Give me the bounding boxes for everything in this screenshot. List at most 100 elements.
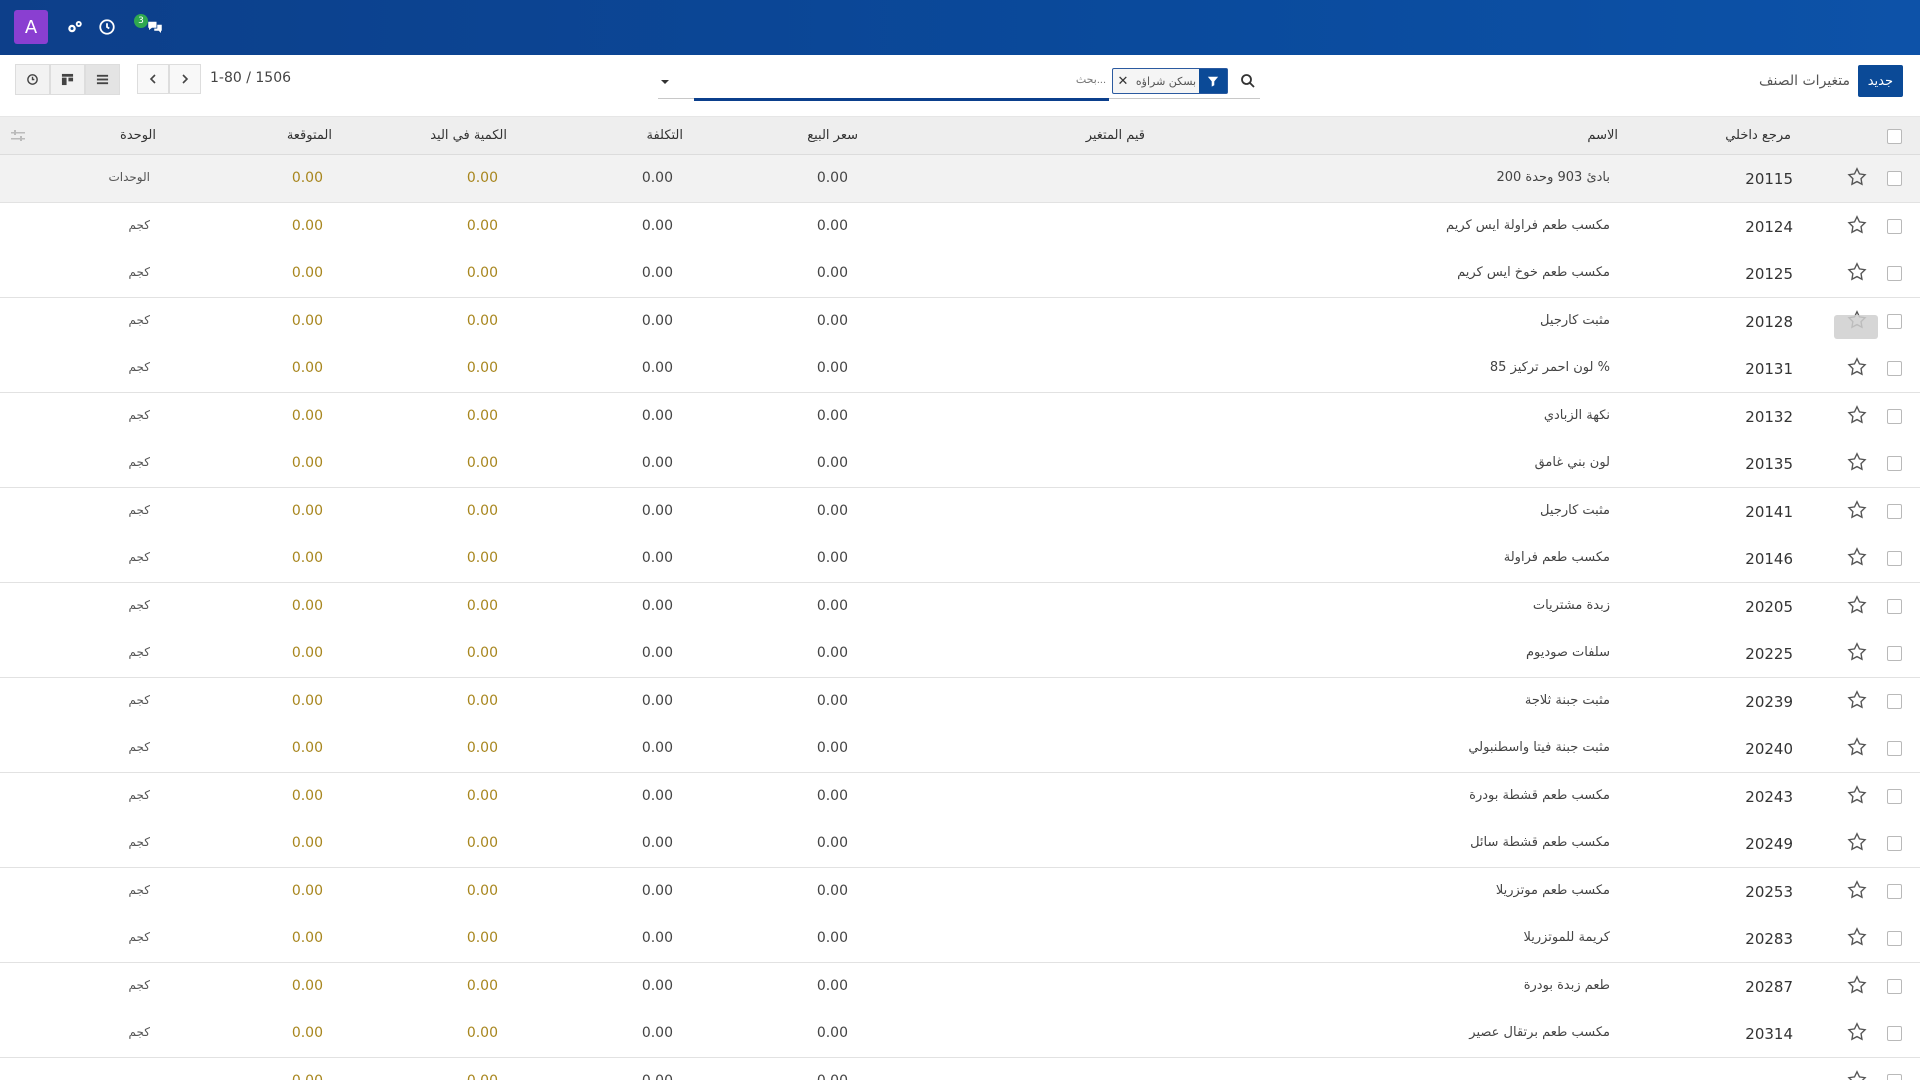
cell-cost: 0.00 bbox=[641, 407, 673, 424]
cell-name: زبدة مشتريات bbox=[1532, 597, 1610, 613]
favorite-star-icon[interactable] bbox=[1846, 926, 1868, 948]
table-row[interactable]: 20115 بادئ 903 وحدة 200 0.00 0.00 0.00 0.00 ال… bbox=[0, 155, 1920, 203]
table-row[interactable]: 20124 مكسب طعم فراولة ايس كريم 0.00 0.00 0.0… bbox=[0, 202, 1920, 251]
row-checkbox[interactable] bbox=[1887, 931, 1902, 946]
favorite-star-icon[interactable] bbox=[1846, 879, 1868, 901]
cell-unit: كجم bbox=[128, 407, 150, 422]
row-checkbox[interactable] bbox=[1887, 978, 1902, 994]
table-row[interactable]: 20135 لون بني غامق 0.00 0.00 0.00 0.00 كجم bbox=[0, 440, 1920, 488]
header-name[interactable]: الاسم bbox=[1587, 128, 1618, 143]
cell-cost: 0.00 bbox=[641, 787, 673, 804]
favorite-star-icon[interactable] bbox=[1846, 166, 1868, 188]
row-checkbox[interactable] bbox=[1887, 361, 1902, 376]
breadcrumb[interactable]: متغيرات الصنف bbox=[1759, 73, 1850, 89]
row-checkbox[interactable] bbox=[1887, 1073, 1902, 1080]
table-row[interactable]: 0.00 0.00 0.00 0.00 bbox=[0, 1057, 1920, 1080]
remove-facet-icon[interactable]: ✕ bbox=[1113, 69, 1133, 93]
pager-value[interactable]: 1-80 / 1506 bbox=[210, 70, 291, 86]
activity-view-button[interactable] bbox=[15, 64, 50, 95]
favorite-star-icon[interactable] bbox=[1846, 736, 1868, 758]
favorite-star-icon[interactable] bbox=[1846, 356, 1868, 378]
header-sale-price[interactable]: سعر البيع bbox=[807, 128, 858, 143]
cell-sale-price: 0.00 bbox=[816, 740, 848, 756]
header-qty-on-hand[interactable]: الكمية في اليد bbox=[430, 128, 507, 143]
favorite-star-icon[interactable] bbox=[1846, 451, 1868, 473]
table-row[interactable]: 20240 مثبت جبنة فيتا واسطنبولي 0.00 0.00 0.0… bbox=[0, 725, 1920, 773]
row-checkbox[interactable] bbox=[1887, 598, 1902, 614]
favorite-star-icon[interactable] bbox=[1846, 1021, 1868, 1043]
table-row[interactable]: 20249 مكسب طعم قشطة سائل 0.00 0.00 0.00 0.00 ك… bbox=[0, 820, 1920, 868]
row-checkbox[interactable] bbox=[1887, 1026, 1902, 1041]
list-view-button[interactable] bbox=[85, 64, 120, 95]
cell-forecast: 0.00 bbox=[291, 740, 323, 756]
table-row[interactable]: 20141 مثبت كارجيل 0.00 0.00 0.00 0.00 كجم bbox=[0, 487, 1920, 536]
table-row[interactable]: 20132 نكهة الزبادي 0.00 0.00 0.00 0.00 كجم bbox=[0, 392, 1920, 441]
kanban-view-button[interactable] bbox=[50, 64, 85, 95]
favorite-star-icon[interactable] bbox=[1846, 594, 1868, 616]
table-row[interactable]: 20131 لون احمر تركيز 85 % 0.00 0.00 0.00 0.00… bbox=[0, 345, 1920, 393]
optional-columns-icon[interactable] bbox=[10, 128, 26, 142]
select-all-checkbox[interactable] bbox=[1887, 129, 1902, 144]
row-checkbox[interactable] bbox=[1887, 788, 1902, 804]
table-row[interactable]: 20128 مثبت كارجيل 0.00 0.00 0.00 0.00 كجم bbox=[0, 297, 1920, 346]
table-row[interactable]: 20253 مكسب طعم موتزريلا 0.00 0.00 0.00 0.00 كج… bbox=[0, 867, 1920, 916]
cell-sale-price: 0.00 bbox=[816, 692, 848, 709]
cell-forecast: 0.00 bbox=[291, 787, 323, 804]
row-checkbox[interactable] bbox=[1887, 836, 1902, 851]
search-icon[interactable] bbox=[1240, 73, 1256, 89]
row-checkbox[interactable] bbox=[1887, 456, 1902, 471]
cell-internal-ref: 20141 bbox=[1745, 502, 1793, 521]
new-button[interactable]: جديد bbox=[1857, 65, 1903, 97]
row-checkbox[interactable] bbox=[1887, 693, 1902, 709]
row-checkbox[interactable] bbox=[1887, 551, 1902, 566]
row-checkbox[interactable] bbox=[1887, 883, 1902, 899]
row-checkbox[interactable] bbox=[1887, 313, 1902, 329]
favorite-star-icon[interactable] bbox=[1846, 261, 1868, 283]
settings-gears-icon[interactable] bbox=[64, 16, 86, 38]
favorite-star-icon[interactable] bbox=[1846, 499, 1868, 521]
table-row[interactable]: 20243 مكسب طعم قشطة بودرة 0.00 0.00 0.00 0.00… bbox=[0, 772, 1920, 821]
favorite-star-icon[interactable] bbox=[1846, 1069, 1868, 1080]
row-checkbox[interactable] bbox=[1887, 218, 1902, 234]
header-unit[interactable]: الوحدة bbox=[120, 128, 156, 143]
row-checkbox[interactable] bbox=[1887, 408, 1902, 424]
row-checkbox[interactable] bbox=[1887, 503, 1902, 519]
cell-internal-ref: 20240 bbox=[1745, 740, 1793, 758]
header-internal-ref[interactable]: مرجع داخلي bbox=[1725, 128, 1791, 143]
favorite-star-icon[interactable] bbox=[1846, 404, 1868, 426]
favorite-star-icon[interactable] bbox=[1846, 641, 1868, 663]
header-cost[interactable]: التكلفة bbox=[646, 128, 683, 143]
clock-icon[interactable] bbox=[96, 16, 118, 38]
favorite-star-icon[interactable] bbox=[1846, 974, 1868, 996]
favorite-star-icon[interactable] bbox=[1846, 546, 1868, 568]
header-forecast[interactable]: المتوقعة bbox=[287, 128, 332, 143]
row-checkbox[interactable] bbox=[1887, 741, 1902, 756]
table-row[interactable]: 20283 كريمة للموتزريلا 0.00 0.00 0.00 0.00 كجم bbox=[0, 915, 1920, 963]
cell-qty-on-hand: 0.00 bbox=[466, 455, 498, 471]
search-input[interactable] bbox=[1068, 74, 1106, 86]
row-checkbox[interactable] bbox=[1887, 646, 1902, 661]
table-row[interactable]: 20287 طعم زبدة بودرة 0.00 0.00 0.00 0.00 كجم bbox=[0, 962, 1920, 1011]
cell-cost: 0.00 bbox=[641, 312, 673, 329]
table-row[interactable]: 20205 زبدة مشتريات 0.00 0.00 0.00 0.00 كجم bbox=[0, 582, 1920, 631]
search-options-dropdown-icon[interactable] bbox=[658, 74, 672, 88]
favorite-star-icon[interactable] bbox=[1846, 214, 1868, 236]
row-checkbox[interactable] bbox=[1887, 171, 1902, 186]
favorite-star-icon[interactable] bbox=[1846, 831, 1868, 853]
pager-next-button[interactable] bbox=[169, 64, 201, 94]
cell-qty-on-hand: 0.00 bbox=[466, 977, 498, 994]
favorite-star-icon[interactable] bbox=[1846, 689, 1868, 711]
table-row[interactable]: 20225 سلفات صوديوم 0.00 0.00 0.00 0.00 كجم bbox=[0, 630, 1920, 678]
header-variant-values[interactable]: قيم المتغير bbox=[1086, 128, 1145, 143]
cell-forecast: 0.00 bbox=[291, 645, 323, 661]
favorite-star-icon[interactable] bbox=[1846, 784, 1868, 806]
table-row[interactable]: 20146 مكسب طعم فراولة 0.00 0.00 0.00 0.00 كجم bbox=[0, 535, 1920, 583]
table-row[interactable]: 20239 مثبت جبنة ثلاجة 0.00 0.00 0.00 0.00 كجم bbox=[0, 677, 1920, 726]
cell-unit: كجم bbox=[128, 502, 150, 517]
table-row[interactable]: 20314 مكسب طعم برتقال عصير 0.00 0.00 0.00 0.0… bbox=[0, 1010, 1920, 1058]
user-avatar[interactable]: A bbox=[14, 10, 48, 44]
pager-previous-button[interactable] bbox=[137, 64, 169, 94]
facet-value: بسكن شراؤه bbox=[1135, 74, 1197, 88]
row-checkbox[interactable] bbox=[1887, 266, 1902, 281]
table-row[interactable]: 20125 مكسب طعم خوخ ايس كريم 0.00 0.00 0.00 0.… bbox=[0, 250, 1920, 298]
